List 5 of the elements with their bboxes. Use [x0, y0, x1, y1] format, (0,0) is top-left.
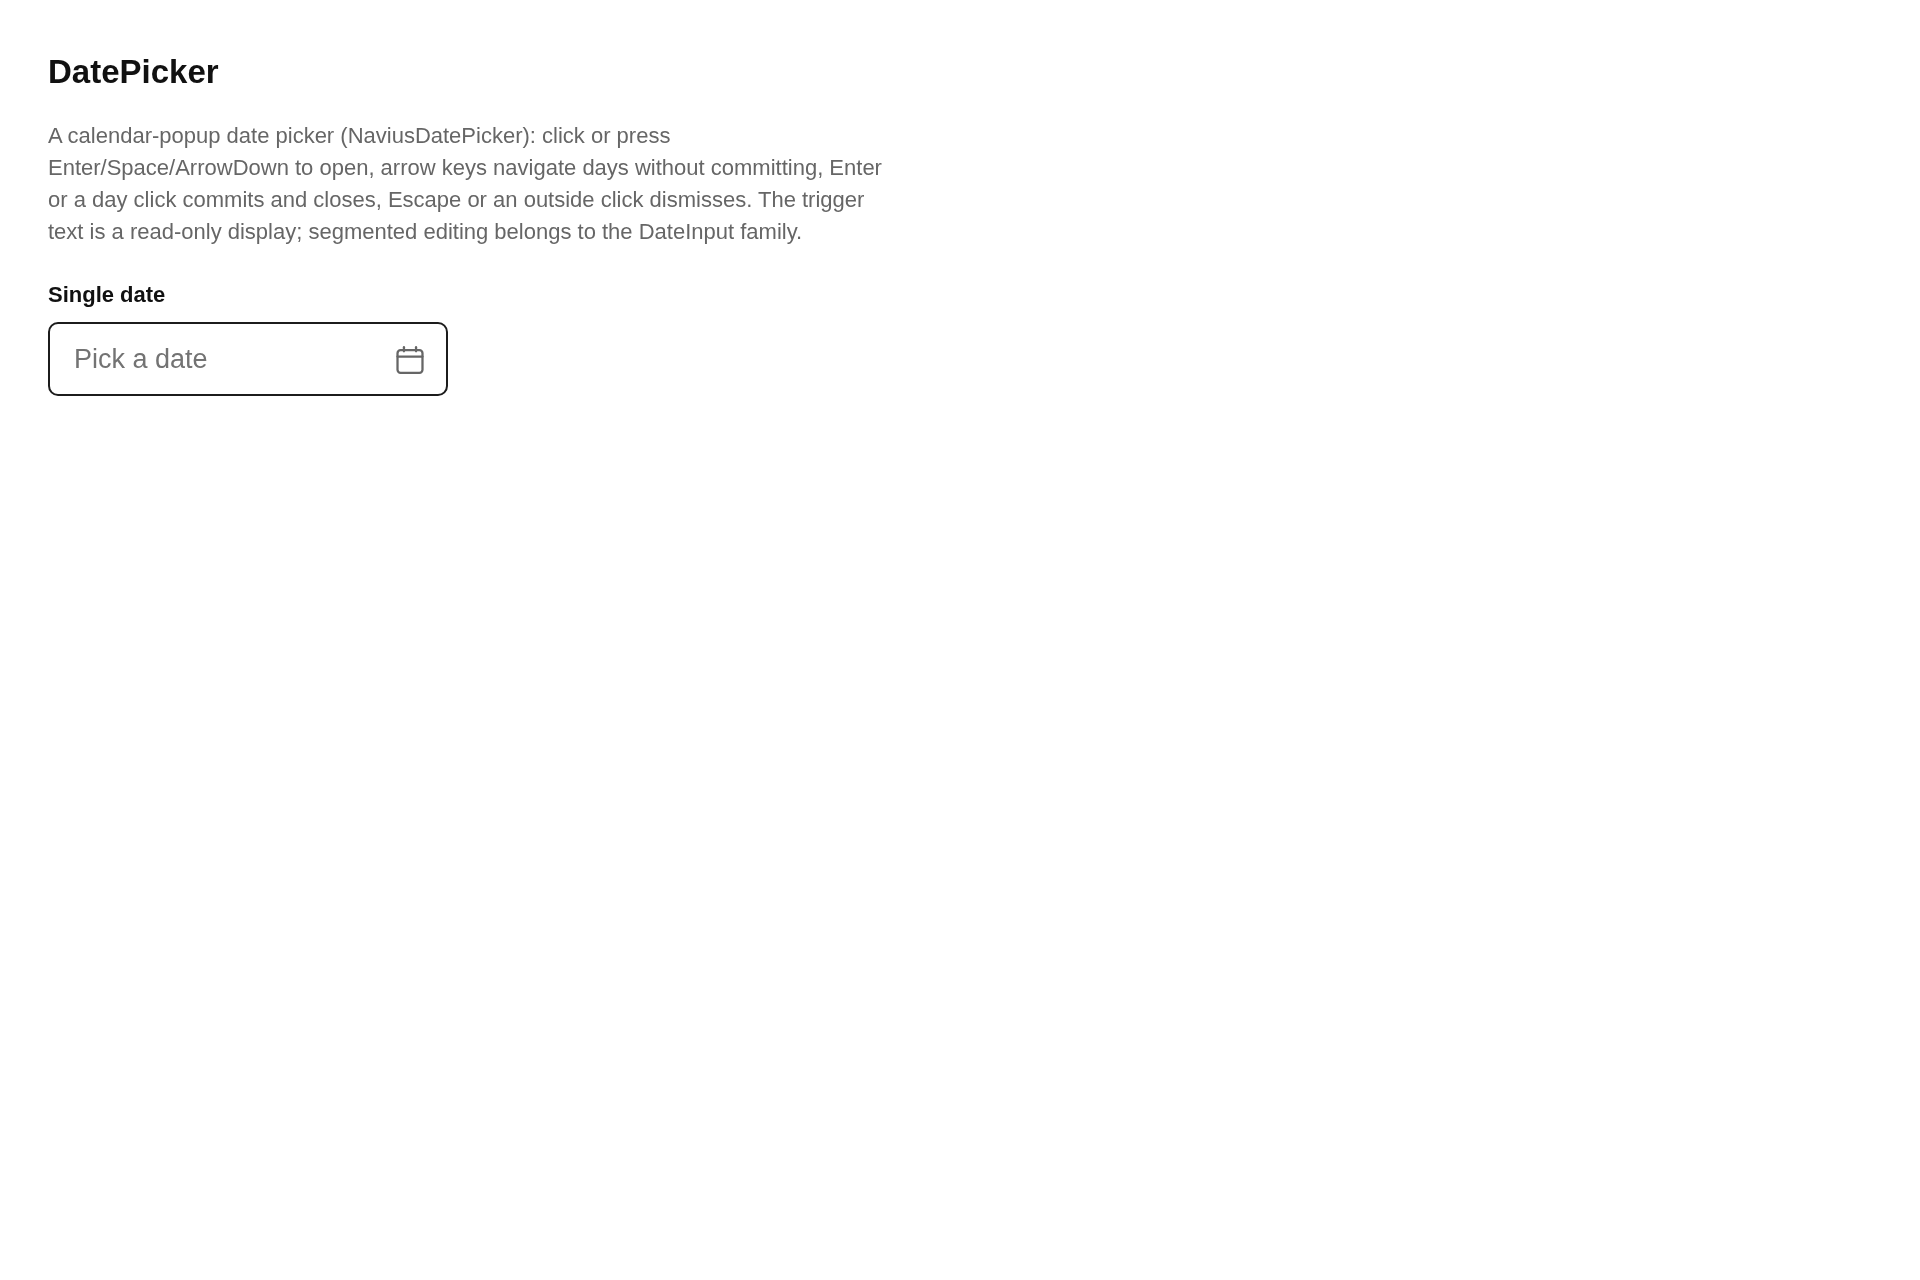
description-paragraph: A calendar-popup date picker (NaviusDatePicker): click or press Enter/Space/ArrowDown to open, arrow keys navigate days without committing, Enter or a day click commits and closes, Escape or an outside click dismisses. The trigger text is a read-only display; segmented editing belongs to the DateInput family. [48, 122, 883, 246]
date-picker-field[interactable]: Pick a date [48, 322, 448, 396]
page-title: DatePicker [48, 52, 219, 92]
calendar-icon [396, 346, 424, 374]
field-label: Single date [48, 281, 166, 309]
